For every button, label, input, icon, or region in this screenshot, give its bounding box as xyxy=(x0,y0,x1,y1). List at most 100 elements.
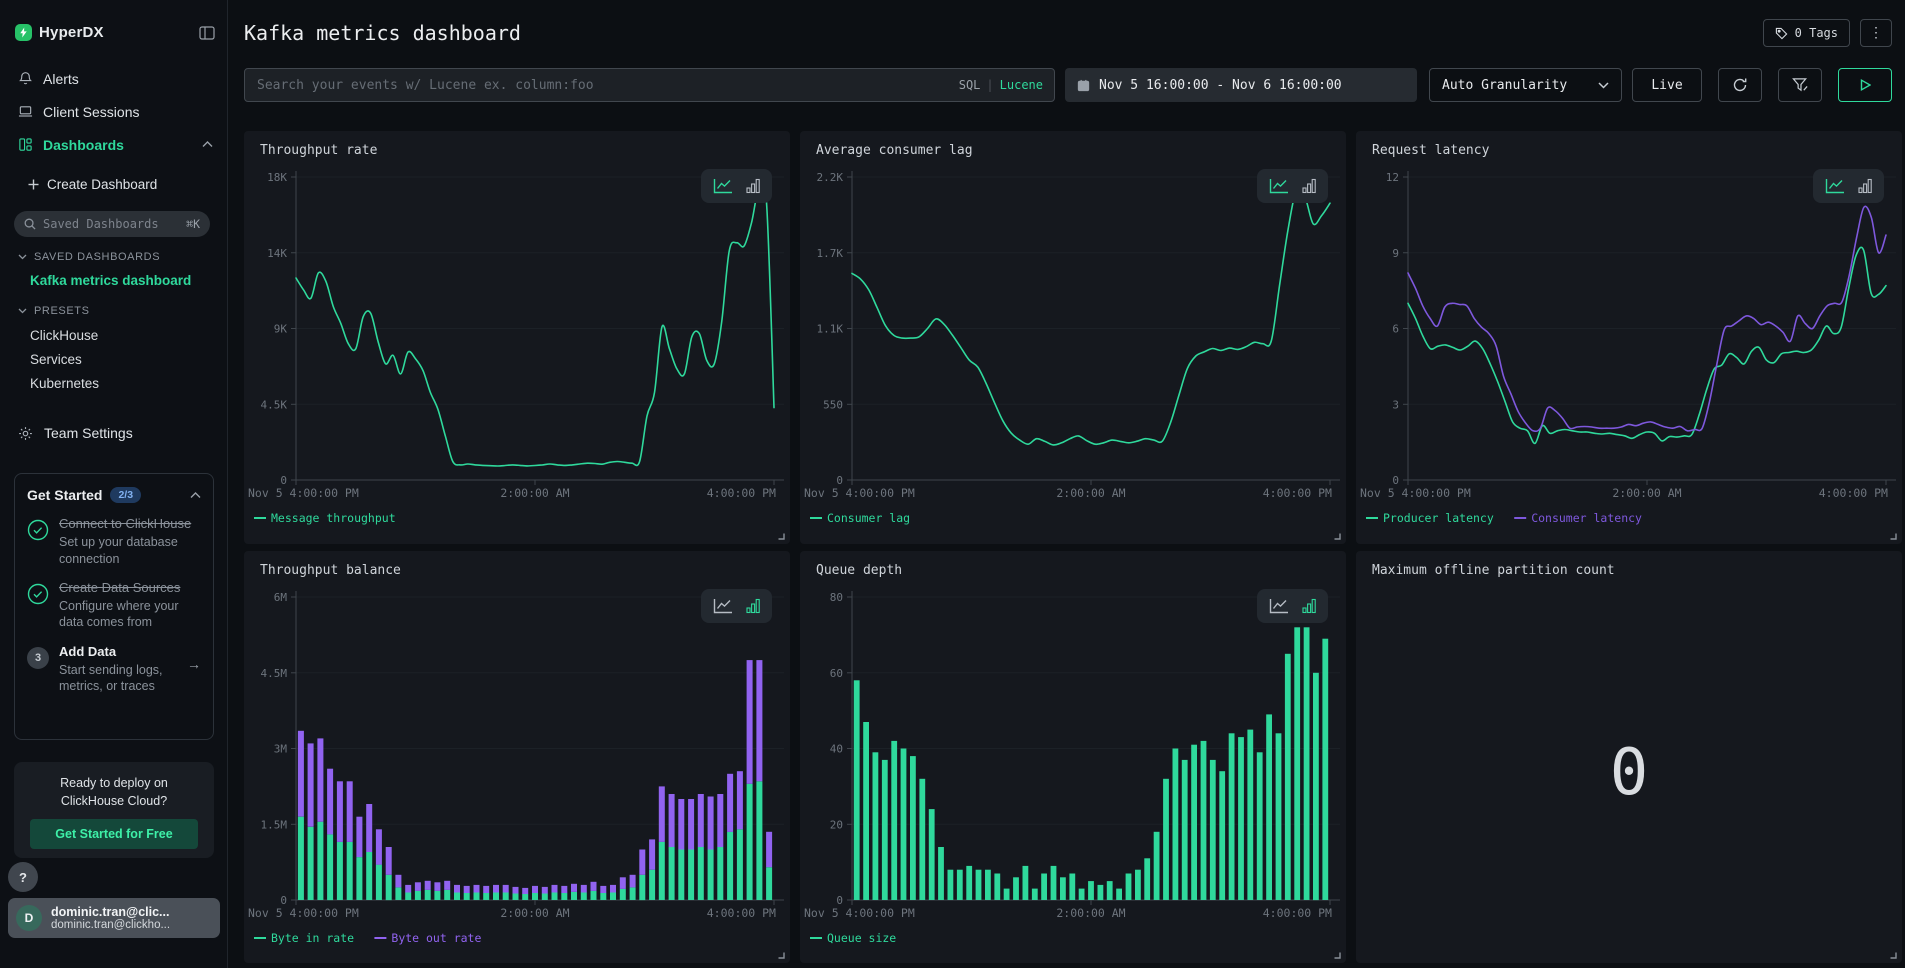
presets-header[interactable]: PRESETS xyxy=(18,305,90,317)
svg-text:3M: 3M xyxy=(274,743,288,756)
step-subtitle: Set up your database connection xyxy=(59,534,201,567)
user-email: dominic.tran@clickho... xyxy=(51,919,170,931)
live-button[interactable]: Live xyxy=(1632,68,1702,102)
lucene-toggle[interactable]: Lucene xyxy=(1000,78,1043,92)
step-title: Create Data Sources xyxy=(59,580,201,596)
arrow-right-icon: → xyxy=(187,644,201,695)
sidebar-item-label: Client Sessions xyxy=(43,104,140,120)
filter-icon xyxy=(1792,77,1809,93)
svg-text:Byte in rate: Byte in rate xyxy=(271,931,354,945)
sidebar-collapse-icon[interactable] xyxy=(199,26,215,40)
bar-chart-toggle-button[interactable] xyxy=(1858,178,1872,194)
sidebar-item-dashboards[interactable]: Dashboards xyxy=(0,128,227,161)
chart-type-toggle xyxy=(701,589,772,623)
panel-title: Maximum offline partition count xyxy=(1372,563,1615,578)
legend-item[interactable]: Queue size xyxy=(810,931,896,945)
page-title: Kafka metrics dashboard xyxy=(244,21,521,45)
user-name: dominic.tran@clic... xyxy=(51,905,170,919)
panel-resize-handle[interactable] xyxy=(1889,951,1897,959)
panel-resize-handle[interactable] xyxy=(1889,532,1897,540)
chevron-down-icon xyxy=(18,308,27,314)
dashboards-grid-icon xyxy=(18,137,34,152)
line-chart-toggle-button[interactable] xyxy=(1825,178,1845,194)
sidebar-item-alerts[interactable]: Alerts xyxy=(0,62,227,95)
get-started-free-button[interactable]: Get Started for Free xyxy=(30,819,198,849)
step-connect-clickhouse[interactable]: Connect to ClickHouse Set up your databa… xyxy=(27,516,201,567)
granularity-select[interactable]: Auto Granularity xyxy=(1429,68,1622,102)
bar-chart-toggle-button[interactable] xyxy=(746,598,760,614)
panel-resize-handle[interactable] xyxy=(1333,532,1341,540)
svg-text:12: 12 xyxy=(1386,171,1399,184)
legend-item[interactable]: Message throughput xyxy=(254,511,396,525)
run-query-button[interactable] xyxy=(1838,68,1892,102)
step-add-data[interactable]: 3 Add Data Start sending logs, metrics, … xyxy=(27,644,201,695)
svg-text:1.1K: 1.1K xyxy=(817,323,844,336)
saved-dashboards-search-input[interactable] xyxy=(43,217,186,231)
sql-toggle[interactable]: SQL xyxy=(959,78,981,92)
team-settings-button[interactable]: Team Settings xyxy=(18,425,133,441)
svg-text:9K: 9K xyxy=(274,323,288,336)
legend-item[interactable]: Producer latency xyxy=(1366,511,1494,525)
svg-text:6: 6 xyxy=(1392,323,1399,336)
panel-resize-handle[interactable] xyxy=(777,532,785,540)
filter-button[interactable] xyxy=(1778,68,1822,102)
help-button[interactable]: ? xyxy=(8,862,38,892)
chart-panel-average-consumer-lag: Average consumer lag05501.1K1.7K2.2KNov … xyxy=(800,131,1346,544)
legend-item[interactable]: Consumer lag xyxy=(810,511,910,525)
metric-number: 0 xyxy=(1356,736,1902,810)
line-chart-toggle-button[interactable] xyxy=(713,178,733,194)
svg-text:Byte out rate: Byte out rate xyxy=(391,931,481,945)
avatar: D xyxy=(16,905,42,931)
legend-item[interactable]: Byte in rate xyxy=(254,931,354,945)
svg-text:4:00:00 PM: 4:00:00 PM xyxy=(1263,906,1332,920)
sidebar-item-label: Dashboards xyxy=(43,137,124,153)
date-range-picker[interactable]: Nov 5 16:00:00 - Nov 6 16:00:00 xyxy=(1065,68,1417,102)
chevron-down-icon xyxy=(18,254,27,260)
tag-icon xyxy=(1775,27,1788,40)
sidebar-item-client-sessions[interactable]: Client Sessions xyxy=(0,95,227,128)
svg-text:2:00:00 AM: 2:00:00 AM xyxy=(1056,486,1125,500)
svg-text:14K: 14K xyxy=(267,247,287,260)
event-search: SQL | Lucene xyxy=(244,68,1055,102)
bar-chart-toggle-button[interactable] xyxy=(1302,178,1316,194)
step-create-data-sources[interactable]: Create Data Sources Configure where your… xyxy=(27,580,201,631)
legend-item[interactable]: Consumer latency xyxy=(1514,511,1642,525)
line-chart-toggle-button[interactable] xyxy=(1269,598,1289,614)
legend-item[interactable]: Byte out rate xyxy=(374,931,481,945)
sidebar-item-clickhouse[interactable]: ClickHouse xyxy=(30,328,98,343)
svg-text:Nov 5 4:00:00 PM: Nov 5 4:00:00 PM xyxy=(804,906,915,920)
sidebar-item-kubernetes[interactable]: Kubernetes xyxy=(30,376,99,391)
bar-chart-toggle-button[interactable] xyxy=(1302,598,1316,614)
svg-text:2.2K: 2.2K xyxy=(817,171,844,184)
panel-resize-handle[interactable] xyxy=(777,951,785,959)
saved-dashboards-header[interactable]: SAVED DASHBOARDS xyxy=(18,251,160,263)
saved-dashboards-search[interactable]: ⌘K xyxy=(14,211,210,237)
get-started-title: Get Started xyxy=(27,487,102,503)
event-search-input[interactable] xyxy=(244,68,1055,102)
svg-text:Consumer latency: Consumer latency xyxy=(1531,511,1642,525)
chart-type-toggle xyxy=(1813,169,1884,203)
query-language-toggle: SQL | Lucene xyxy=(959,68,1043,102)
more-options-button[interactable]: ⋮ xyxy=(1860,19,1892,47)
svg-text:4:00:00 PM: 4:00:00 PM xyxy=(707,486,776,500)
create-dashboard-button[interactable]: Create Dashboard xyxy=(28,177,157,192)
svg-text:60: 60 xyxy=(830,667,843,680)
svg-text:2:00:00 AM: 2:00:00 AM xyxy=(500,906,569,920)
sidebar-item-services[interactable]: Services xyxy=(30,352,82,367)
refresh-button[interactable] xyxy=(1718,68,1762,102)
panel-resize-handle[interactable] xyxy=(1333,951,1341,959)
sidebar-item-kafka-dashboard[interactable]: Kafka metrics dashboard xyxy=(30,273,191,288)
user-menu[interactable]: D dominic.tran@clic... dominic.tran@clic… xyxy=(8,898,220,938)
laptop-icon xyxy=(18,104,34,119)
calendar-icon xyxy=(1077,79,1090,92)
chart-panel-request-latency: Request latency036912Nov 5 4:00:00 PM2:0… xyxy=(1356,131,1902,544)
line-chart-toggle-button[interactable] xyxy=(1269,178,1289,194)
tags-button[interactable]: 0 Tags xyxy=(1763,19,1850,47)
chevron-up-icon[interactable] xyxy=(190,492,201,499)
chart-panel-maximum-offline-partition-count: Maximum offline partition count 0 xyxy=(1356,551,1902,963)
chevron-down-icon xyxy=(1598,82,1609,89)
svg-text:1.7K: 1.7K xyxy=(817,247,844,260)
svg-text:6M: 6M xyxy=(274,591,288,604)
line-chart-toggle-button[interactable] xyxy=(713,598,733,614)
bar-chart-toggle-button[interactable] xyxy=(746,178,760,194)
